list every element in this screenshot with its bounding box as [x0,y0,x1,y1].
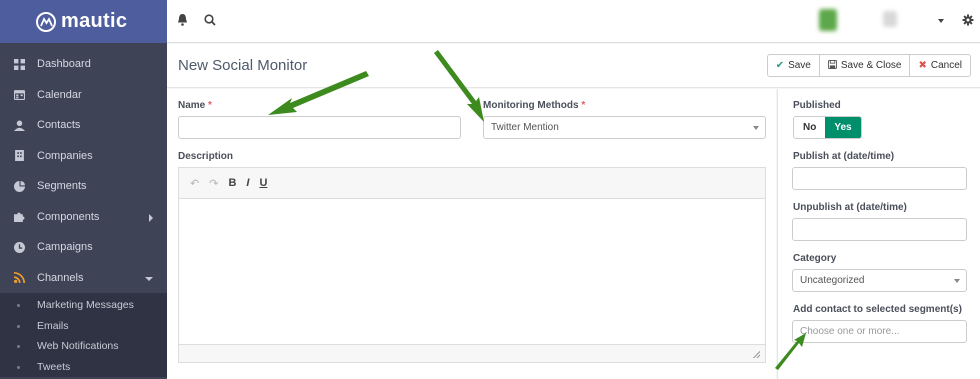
segments-select[interactable]: Choose one or more... [792,320,967,343]
user-avatar[interactable] [819,9,837,31]
published-label: Published [793,100,841,111]
pie-chart-icon [13,180,25,192]
sidebar-item-segments[interactable]: Segments [0,171,167,202]
main-form: Name * Monitoring Methods * Twitter Ment… [167,89,776,379]
name-input[interactable] [178,116,461,139]
published-toggle: No Yes [793,116,862,139]
sidebar-item-components[interactable]: Components [0,202,167,233]
close-icon: ✖ [918,59,927,71]
published-yes-button[interactable]: Yes [825,117,861,138]
sidebar-item-label: Components [37,210,100,223]
cancel-button[interactable]: ✖ Cancel [910,55,970,76]
undo-icon[interactable]: ↶ [190,177,199,190]
brand-name: mautic [61,10,128,32]
sidebar-item-label: Channels [37,271,84,284]
check-icon: ✔ [775,59,785,71]
chevron-right-icon [149,213,153,222]
monitoring-methods-select[interactable]: Twitter Mention [483,116,766,139]
sidebar-item-companies[interactable]: Companies [0,141,167,172]
publish-at-input[interactable] [792,167,967,190]
category-value: Uncategorized [800,275,865,286]
user-icon [13,119,25,131]
sidebar-item-label: Calendar [37,88,82,101]
name-label: Name * [178,100,212,111]
segments-placeholder: Choose one or more... [800,326,900,337]
sidebar-item-channels[interactable]: Channels [0,262,167,293]
floppy-disk-icon [827,59,837,72]
name-label-text: Name [178,100,206,111]
channels-subnav: Marketing Messages Emails Web Notificati… [0,293,167,377]
monitoring-methods-label: Monitoring Methods * [483,100,585,111]
sidebar-nav: Dashboard Calendar Contacts Companies Se… [0,43,167,293]
description-label: Description [178,151,234,162]
save-close-label: Save & Close [840,60,902,71]
save-button[interactable]: ✔ Save [768,55,820,76]
sidebar: mautic Dashboard Calendar Contacts Compa… [0,0,167,379]
subnav-item-emails[interactable]: Emails [0,316,167,337]
sidebar-item-contacts[interactable]: Contacts [0,110,167,141]
underline-button[interactable]: U [259,177,267,189]
required-mark: * [581,100,586,111]
sidebar-item-label: Companies [37,149,93,162]
monitoring-methods-value: Twitter Mention [491,122,559,133]
chevron-down-icon [145,276,153,281]
side-panel: Published No Yes Publish at (date/time) … [777,89,980,379]
clock-icon [13,241,25,253]
published-no-button[interactable]: No [794,117,826,138]
save-close-button[interactable]: Save & Close [820,55,911,76]
puzzle-icon [13,211,25,223]
search-icon[interactable] [204,14,216,26]
page-title: New Social Monitor [178,57,308,74]
subnav-item-tweets[interactable]: Tweets [0,357,167,378]
monitoring-methods-label-text: Monitoring Methods [483,100,579,111]
sidebar-item-label: Contacts [37,119,81,132]
redo-icon[interactable]: ↷ [209,177,218,190]
sidebar-item-label: Segments [37,180,87,193]
sidebar-item-calendar[interactable]: Calendar [0,80,167,111]
user-name-blurred[interactable] [883,11,897,27]
building-icon [13,150,25,162]
chevron-down-icon [954,279,960,283]
category-select[interactable]: Uncategorized [792,269,967,292]
resize-handle-icon[interactable] [753,351,760,358]
editor-footer [179,344,765,362]
chevron-down-icon[interactable] [938,19,944,23]
bold-button[interactable]: B [228,177,236,189]
sidebar-item-label: Dashboard [37,58,91,71]
unpublish-at-label: Unpublish at (date/time) [793,202,907,213]
subnav-item-web-notifications[interactable]: Web Notifications [0,336,167,357]
topbar [167,0,980,43]
required-mark: * [208,100,212,111]
category-label: Category [793,253,837,264]
sidebar-item-label: Campaigns [37,241,93,254]
logo[interactable]: mautic [0,0,167,43]
save-label: Save [788,60,811,71]
publish-at-label: Publish at (date/time) [793,151,895,162]
rss-icon [13,272,25,284]
dashboard-icon [13,58,25,70]
bell-icon[interactable] [177,14,188,26]
mautic-logo-icon [36,11,56,32]
cancel-label: Cancel [930,60,962,71]
description-editor[interactable]: ↶ ↷ B I U [178,167,766,363]
editor-toolbar: ↶ ↷ B I U [179,168,765,199]
subnav-item-marketing-messages[interactable]: Marketing Messages [0,295,167,316]
gear-icon[interactable] [962,14,974,26]
chevron-down-icon [753,126,759,130]
sidebar-item-campaigns[interactable]: Campaigns [0,232,167,263]
unpublish-at-input[interactable] [792,218,967,241]
calendar-icon [13,89,25,101]
sidebar-item-dashboard[interactable]: Dashboard [0,49,167,80]
segments-label: Add contact to selected segment(s) [793,304,962,315]
italic-button[interactable]: I [246,177,249,189]
page-header: New Social Monitor ✔ Save Save & Close ✖ C… [167,44,980,88]
action-buttons: ✔ Save Save & Close ✖ Cancel [766,54,971,77]
